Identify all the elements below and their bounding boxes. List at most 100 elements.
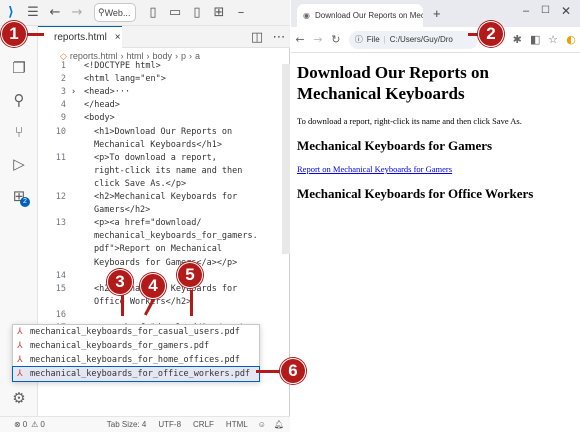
editor-tabs: reports.html × ◫ ⋯	[38, 26, 290, 48]
section-heading-gamers: Mechanical Keyboards for Gamers	[297, 138, 493, 153]
pdf-file-icon: ⅄	[17, 327, 23, 337]
pdf-file-icon: ⅄	[17, 355, 23, 365]
extensions-icon[interactable]: ✱	[508, 33, 526, 46]
pdf-file-icon: ⅄	[17, 369, 23, 379]
code-line[interactable]: mechanical_keyboards_for_gamers.	[94, 230, 258, 243]
callout-5: 5	[177, 262, 203, 288]
menu-icon[interactable]: ☰	[22, 2, 44, 24]
suggestion-item[interactable]: ⅄ mechanical_keyboards_for_casual_users.p…	[13, 325, 259, 339]
split-editor-icon[interactable]: ◫	[246, 26, 268, 48]
suggestion-item[interactable]: ⅄ mechanical_keyboards_for_gamers.pdf	[13, 339, 259, 353]
autocomplete-suggestions: ⅄ mechanical_keyboards_for_casual_users.p…	[12, 324, 260, 382]
callout-pointer	[190, 290, 193, 316]
line-number: 14	[55, 270, 66, 281]
tab-size[interactable]: Tab Size: 4	[107, 420, 147, 429]
code-line[interactable]: Gamers</h2>	[94, 204, 150, 217]
browser-tab[interactable]: ◉ Download Our Reports on Mec ×	[297, 4, 423, 27]
close-icon[interactable]: ×	[115, 32, 121, 43]
line-number: 10	[55, 126, 66, 137]
toggle-secondary-sidebar-icon[interactable]: ▯	[186, 2, 208, 24]
address-bar[interactable]: ⓘ File | C:/Users/Guy/Dro	[348, 30, 479, 49]
forward-icon[interactable]: →	[66, 2, 88, 24]
code-line[interactable]: <p><a href="download/	[94, 217, 201, 230]
line-number: 9	[60, 113, 66, 124]
copilot-icon[interactable]: ☺	[258, 420, 266, 429]
reload-icon[interactable]: ↻	[327, 33, 345, 46]
code-line[interactable]: <!DOCTYPE html>	[84, 60, 161, 73]
code-line[interactable]: <h2>Mechanical Keyboards for	[94, 191, 237, 204]
page-favicon-icon: ◉	[303, 11, 310, 20]
callout-1: 1	[1, 21, 27, 47]
code-line[interactable]: <body>	[84, 112, 115, 125]
callout-pointer	[24, 33, 44, 36]
code-line[interactable]: <html lang="en">	[84, 73, 166, 86]
sidebar-icon[interactable]: ◧	[526, 33, 544, 46]
notifications-bell-icon[interactable]: 🔔︎	[274, 420, 284, 429]
toggle-sidebar-icon[interactable]: ▯	[142, 2, 164, 24]
extensions-icon[interactable]: ⊞ 2	[9, 186, 30, 207]
code-line[interactable]: click Save As.</p>	[94, 178, 186, 191]
warning-count[interactable]: 0	[40, 420, 44, 429]
favorites-icon[interactable]: ☆	[544, 33, 562, 46]
code-line[interactable]: <p>To download a report,	[94, 152, 217, 165]
code-line[interactable]: Office Workers</h2>	[94, 296, 191, 309]
back-icon[interactable]: ←	[44, 2, 66, 24]
line-number: 4	[60, 100, 66, 111]
tab-reports-html[interactable]: reports.html ×	[38, 26, 122, 48]
code-line[interactable]: <h1>Download Our Reports on	[94, 126, 232, 139]
language-mode[interactable]: HTML	[226, 420, 248, 429]
minimize-icon[interactable]: –	[230, 2, 252, 24]
maximize-icon[interactable]: ☐	[541, 5, 550, 16]
encoding[interactable]: UTF-8	[158, 420, 181, 429]
callout-2: 2	[478, 21, 504, 47]
settings-gear-icon[interactable]: ⚙	[9, 388, 29, 408]
search-icon[interactable]: ⚲	[9, 90, 29, 110]
page-heading: Download Our Reports on Mechanical Keybo…	[297, 63, 489, 103]
vscode-titlebar: ⟩ ☰ ← → ⚲ Web... ▯ ▭ ▯ ⊞ –	[0, 0, 290, 26]
browser-tab-bar: ◉ Download Our Reports on Mec × + – ☐ ✕	[291, 0, 580, 27]
editor-scrollbar[interactable]	[282, 64, 290, 254]
run-debug-icon[interactable]: ▷	[9, 154, 29, 174]
line-number: 3	[60, 87, 66, 98]
minimize-icon[interactable]: –	[523, 5, 529, 17]
line-number: 12	[55, 192, 66, 202]
line-number: 13	[55, 218, 66, 229]
browser-toolbar: ← → ↻ ⓘ File | C:/Users/Guy/Dro ✱ ◧ ☆ ◐	[291, 27, 580, 53]
error-count[interactable]: 0	[23, 420, 27, 429]
info-icon: ⓘ	[354, 35, 363, 44]
close-window-icon[interactable]: ✕	[561, 4, 571, 18]
report-link-gamers[interactable]: Report on Mechanical Keyboards for Gamer…	[297, 164, 452, 174]
fold-chevron-icon[interactable]: ›	[71, 86, 76, 99]
forward-icon[interactable]: →	[309, 33, 327, 46]
code-line[interactable]: pdf">Report on Mechanical	[94, 243, 222, 256]
more-actions-icon[interactable]: ⋯	[268, 26, 290, 48]
line-number: 1	[60, 61, 66, 71]
code-line[interactable]: Mechanical Keyboards</h1>	[94, 139, 222, 152]
browser-window: ◉ Download Our Reports on Mec × + – ☐ ✕ …	[291, 0, 580, 432]
callout-6: 6	[280, 358, 306, 384]
command-center-search[interactable]: ⚲ Web...	[94, 3, 136, 22]
callout-4: 4	[140, 273, 166, 299]
warnings-icon[interactable]: ⚠	[31, 420, 38, 429]
code-line[interactable]: right-click its name and then	[94, 165, 242, 178]
new-tab-button[interactable]: +	[433, 6, 441, 21]
suggestion-item[interactable]: ⅄ mechanical_keyboards_for_home_offices.p…	[13, 353, 259, 367]
vscode-window: ⟩ ☰ ← → ⚲ Web... ▯ ▭ ▯ ⊞ – ❐ ⚲ ⑂ ▷ ⊞ 2 ⚙…	[0, 0, 290, 432]
callout-pointer	[121, 294, 124, 316]
code-line[interactable]: </head>	[84, 99, 120, 112]
errors-icon[interactable]: ⊗	[14, 420, 21, 429]
search-icon: ⚲	[98, 7, 105, 17]
line-ending[interactable]: CRLF	[193, 420, 214, 429]
source-control-icon[interactable]: ⑂	[9, 122, 29, 142]
pdf-file-icon: ⅄	[17, 341, 23, 351]
toggle-panel-icon[interactable]: ▭	[164, 2, 186, 24]
copilot-icon[interactable]: ◐	[562, 33, 580, 46]
layout-icon[interactable]: ⊞	[208, 2, 230, 24]
suggestion-item-selected[interactable]: ⅄ mechanical_keyboards_for_office_workers…	[12, 366, 260, 382]
code-line[interactable]: <head>···	[84, 86, 130, 99]
back-icon[interactable]: ←	[291, 33, 309, 46]
code-line[interactable]: Keyboards for Gamers</a></p>	[94, 257, 237, 270]
explorer-icon[interactable]: ❐	[9, 58, 29, 78]
line-number: 11	[55, 152, 66, 163]
line-number: 15	[55, 283, 66, 294]
